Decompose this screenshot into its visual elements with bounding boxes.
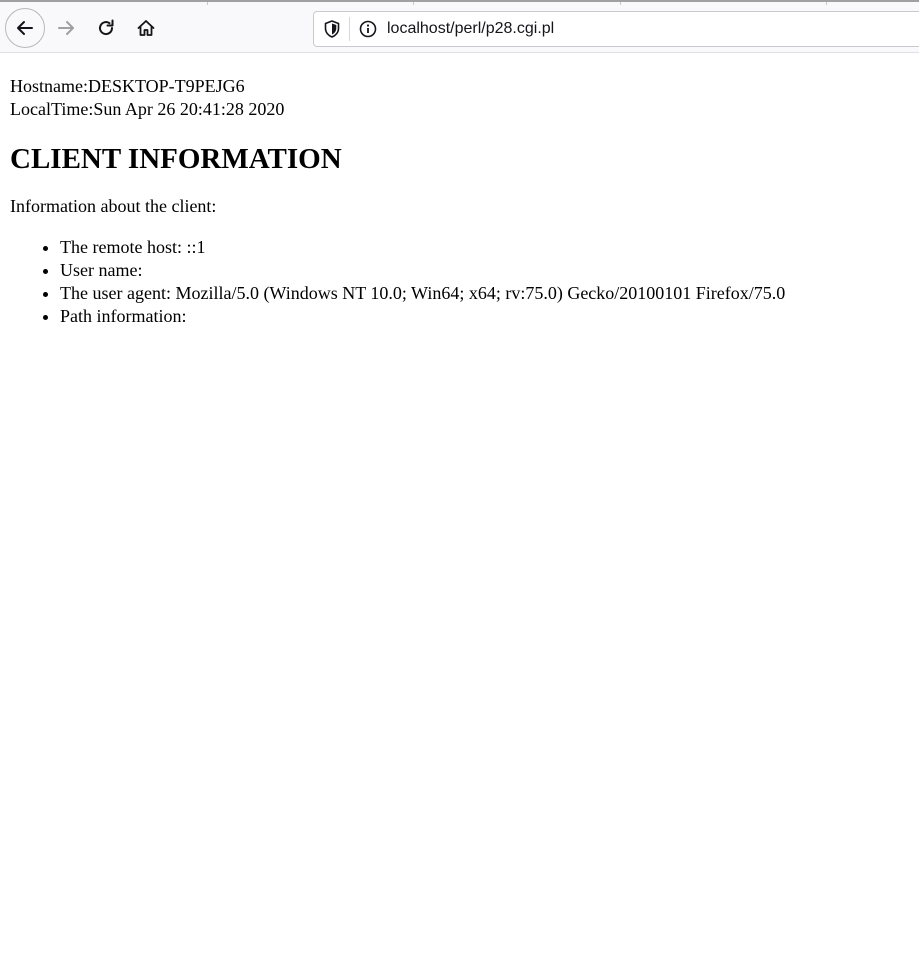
forward-button[interactable] bbox=[47, 9, 85, 47]
list-item-user-agent: The user agent: Mozilla/5.0 (Windows NT … bbox=[60, 282, 910, 305]
intro-text: Information about the client: bbox=[10, 196, 217, 216]
reload-icon bbox=[99, 19, 114, 36]
info-icon[interactable] bbox=[358, 19, 378, 39]
list-item-remote-host: The remote host: ::1 bbox=[60, 236, 910, 259]
page-title: CLIENT INFORMATION bbox=[10, 143, 342, 175]
tab-divider bbox=[413, 2, 414, 5]
urlbar-separator bbox=[349, 17, 350, 41]
list-item-user-name: User name: bbox=[60, 259, 910, 282]
browser-toolbar: localhost/perl/p28.cgi.pl bbox=[0, 0, 919, 53]
home-icon bbox=[137, 20, 155, 36]
address-bar[interactable]: localhost/perl/p28.cgi.pl bbox=[313, 11, 919, 47]
home-button[interactable] bbox=[127, 9, 165, 47]
list-item-path-info: Path information: bbox=[60, 305, 910, 328]
page-content: Hostname:DESKTOP-T9PEJG6 LocalTime:Sun A… bbox=[10, 75, 910, 328]
arrow-right-icon bbox=[58, 21, 74, 35]
tab-divider bbox=[826, 2, 827, 5]
localtime-line: LocalTime:Sun Apr 26 20:41:28 2020 bbox=[10, 99, 285, 119]
tab-divider bbox=[620, 2, 621, 5]
reload-button[interactable] bbox=[87, 9, 125, 47]
tab-divider bbox=[207, 2, 208, 5]
hostname-line: Hostname:DESKTOP-T9PEJG6 bbox=[10, 76, 245, 96]
back-button[interactable] bbox=[5, 8, 45, 48]
shield-icon[interactable] bbox=[322, 19, 342, 39]
client-info-list: The remote host: ::1 User name: The user… bbox=[10, 236, 910, 328]
url-text[interactable]: localhost/perl/p28.cgi.pl bbox=[387, 20, 554, 38]
arrow-left-icon bbox=[17, 21, 33, 35]
